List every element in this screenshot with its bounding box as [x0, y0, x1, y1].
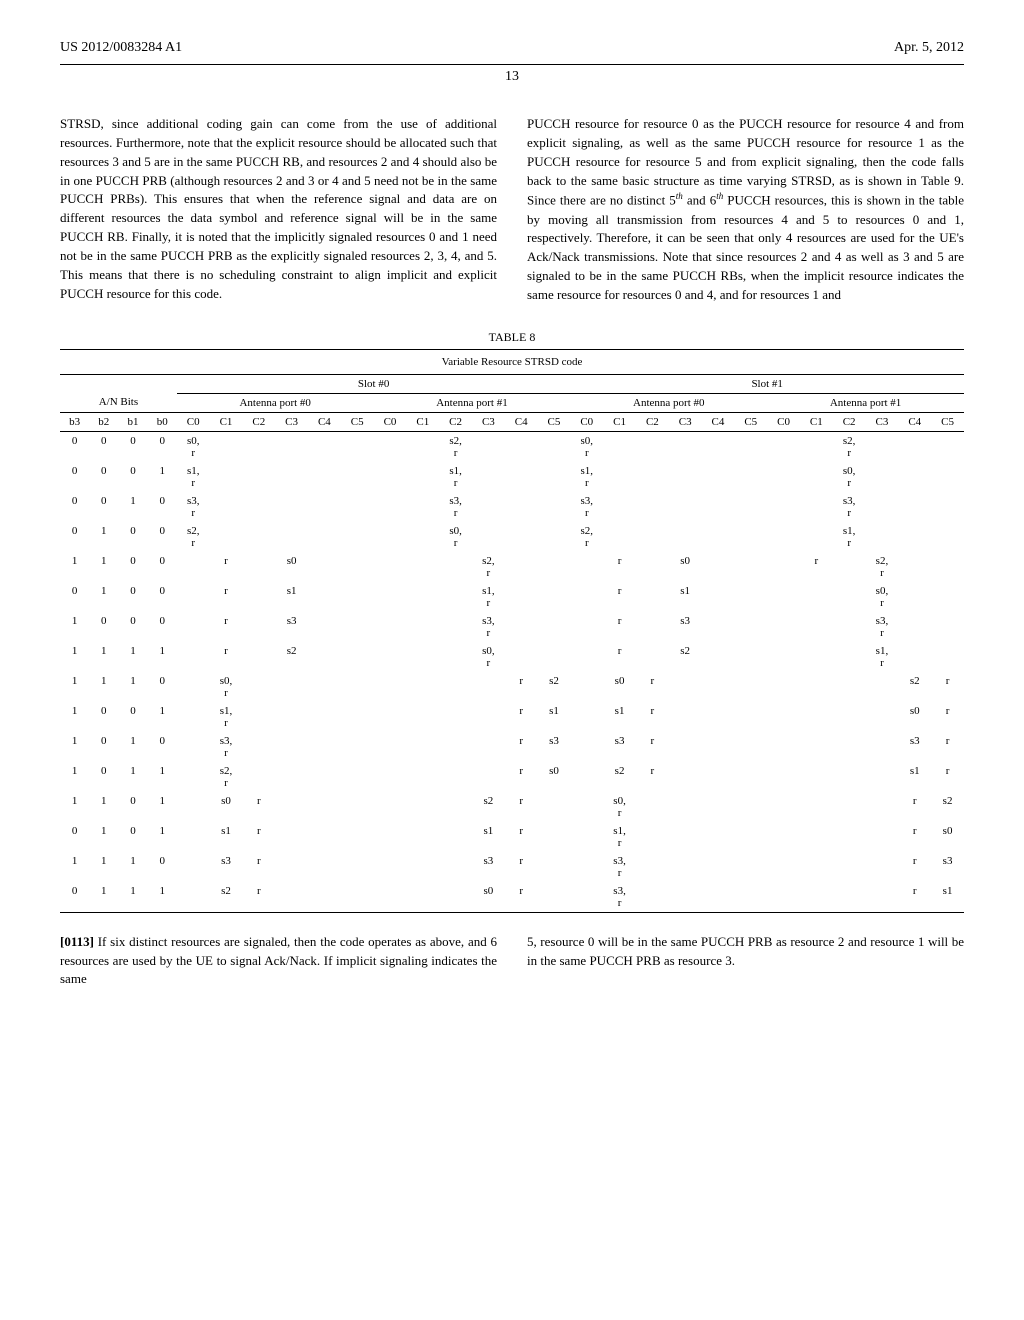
bottom-columns: [0113] If six distinct resources are sig…	[60, 933, 964, 990]
table-row: 1100rs0s2,rrs0rs2,r	[60, 552, 964, 582]
left-paragraph: STRSD, since additional coding gain can …	[60, 115, 497, 303]
table-row: 1001s1,rrs1s1rs0r	[60, 702, 964, 732]
body-columns: STRSD, since additional coding gain can …	[60, 115, 964, 305]
table-row: 0101s1rs1rs1,rrs0	[60, 822, 964, 852]
table-row: 1000rs3s3,rrs3s3,r	[60, 612, 964, 642]
s0-port0: Antenna port #0	[177, 393, 374, 412]
table-row: 0100s2,rs0,rs2,rs1,r	[60, 522, 964, 552]
right-paragraph: PUCCH resource for resource 0 as the PUC…	[527, 115, 964, 305]
table-row: 0111s2rs0rs3,rrs1	[60, 882, 964, 913]
page-number: 13	[60, 69, 964, 85]
slot-0-header: Slot #0	[177, 374, 571, 393]
an-bits-header: A/N Bits	[60, 393, 177, 412]
header-rule	[60, 64, 964, 65]
publication-date: Apr. 5, 2012	[894, 40, 964, 56]
table-row: 1110s0,rrs2s0rs2r	[60, 672, 964, 702]
right-column: PUCCH resource for resource 0 as the PUC…	[527, 115, 964, 305]
table-row: 0100rs1s1,rrs1s0,r	[60, 582, 964, 612]
col-b2: b2	[89, 412, 118, 431]
data-table: Variable Resource STRSD code Slot #0 Slo…	[60, 349, 964, 913]
left-column: STRSD, since additional coding gain can …	[60, 115, 497, 305]
table-row: 0001s1,rs1,rs1,rs0,r	[60, 462, 964, 492]
table-number: TABLE 8	[60, 330, 964, 345]
col-b0: b0	[148, 412, 177, 431]
s1-port1: Antenna port #1	[767, 393, 964, 412]
bottom-right-column: 5, resource 0 will be in the same PUCCH …	[527, 933, 964, 990]
bottom-left-paragraph: [0113] If six distinct resources are sig…	[60, 933, 497, 990]
table-body: 0000s0,rs2,rs0,rs2,r0001s1,rs1,rs1,rs0,r…	[60, 431, 964, 912]
bottom-right-paragraph: 5, resource 0 will be in the same PUCCH …	[527, 933, 964, 971]
s0-port1: Antenna port #1	[374, 393, 571, 412]
table-row: 1111rs2s0,rrs2s1,r	[60, 642, 964, 672]
table-row: 1011s2,rrs0s2rs1r	[60, 762, 964, 792]
table-row: 0000s0,rs2,rs0,rs2,r	[60, 431, 964, 462]
table-title: Variable Resource STRSD code	[60, 349, 964, 374]
paragraph-number: [0113]	[60, 934, 94, 949]
s1-port0: Antenna port #0	[570, 393, 767, 412]
slot-1-header: Slot #1	[570, 374, 964, 393]
table-row: 0010s3,rs3,rs3,rs3,r	[60, 492, 964, 522]
table-row: 1101s0rs2rs0,rrs2	[60, 792, 964, 822]
bottom-left-column: [0113] If six distinct resources are sig…	[60, 933, 497, 990]
table-row: 1010s3,rrs3s3rs3r	[60, 732, 964, 762]
col-b1: b1	[118, 412, 147, 431]
col-b3: b3	[60, 412, 89, 431]
publication-number: US 2012/0083284 A1	[60, 40, 182, 56]
page-header: US 2012/0083284 A1 Apr. 5, 2012	[60, 40, 964, 56]
table-row: 1110s3rs3rs3,rrs3	[60, 852, 964, 882]
